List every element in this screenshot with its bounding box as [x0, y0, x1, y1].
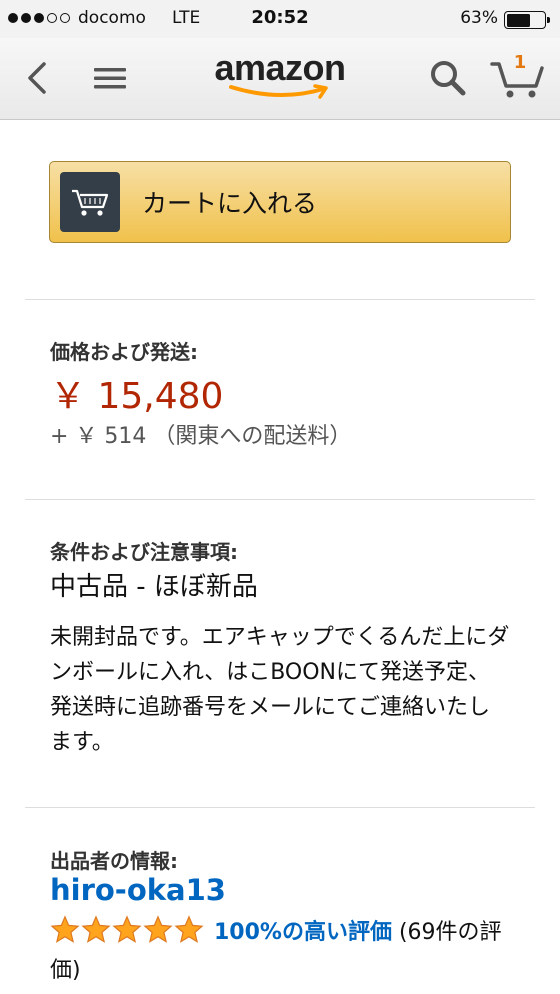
menu-icon [94, 68, 126, 89]
seller-rating: 100%の高い評価 (69件の評価) [50, 914, 510, 990]
condition-value: 中古品 - ほぼ新品 [50, 572, 258, 602]
rating-link[interactable]: 100%の高い評価 [214, 920, 392, 945]
price-section-title: 価格および発送: [50, 340, 198, 364]
star-icon [174, 915, 204, 943]
seller-name-link[interactable]: hiro-oka13 [50, 873, 226, 907]
cart-count-badge: 1 [513, 52, 527, 73]
cart-button[interactable]: 1 [490, 52, 546, 100]
star-rating [50, 915, 204, 944]
back-arrow-icon [28, 62, 46, 94]
seller-section-title: 出品者の情報: [50, 849, 178, 873]
star-icon [81, 915, 111, 943]
menu-button[interactable] [92, 60, 128, 96]
divider [25, 299, 535, 300]
price: ￥ 15,480 [50, 376, 224, 417]
status-bar: docomo LTE 20:52 63% [0, 0, 560, 38]
star-icon [143, 915, 173, 943]
amazon-logo[interactable]: amazon [205, 48, 355, 104]
battery-percentage: 63% [460, 8, 498, 28]
condition-note: 未開封品です。エアキャップでくるんだ上にダンボールに入れ、はこBOONにて発送予… [50, 625, 510, 755]
divider [25, 499, 535, 500]
cart-icon [60, 172, 120, 232]
star-icon [112, 915, 142, 943]
add-to-cart-button[interactable]: カートに入れる [49, 161, 511, 243]
star-icon [50, 915, 80, 943]
battery-icon [504, 11, 550, 29]
condition-section-title: 条件および注意事項: [50, 540, 238, 564]
search-icon [431, 61, 466, 96]
navigation-bar: amazon 1 [0, 38, 560, 120]
shipping-fee: + ￥ 514 （関東への配送料） [50, 424, 352, 449]
add-to-cart-label: カートに入れる [142, 189, 318, 218]
back-button[interactable] [22, 58, 54, 98]
search-button[interactable] [428, 58, 468, 98]
logo-text: amazon [214, 47, 346, 88]
divider [25, 807, 535, 808]
